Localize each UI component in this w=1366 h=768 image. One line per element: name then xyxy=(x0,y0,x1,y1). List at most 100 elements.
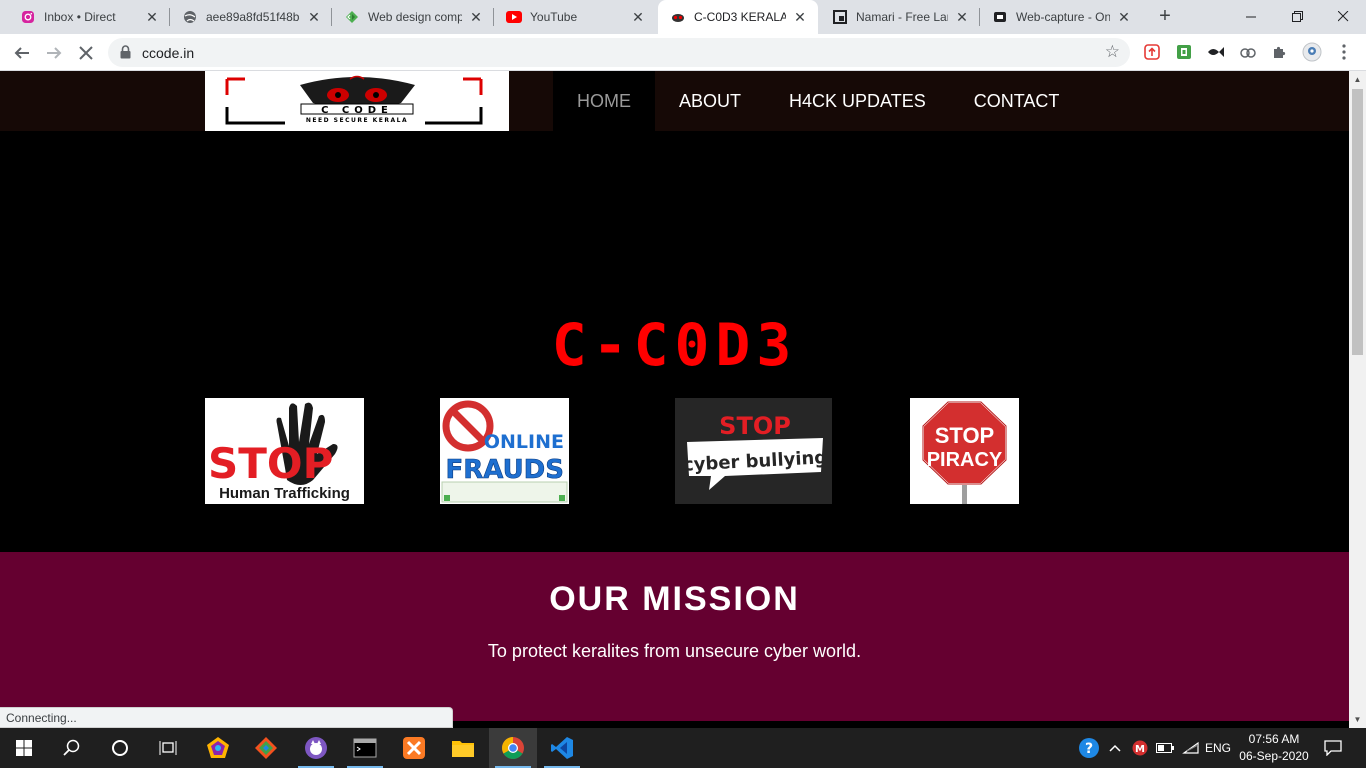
tab-ccode[interactable]: C-C0D3 KERALA ✕ xyxy=(658,0,818,34)
globe-icon xyxy=(182,9,198,25)
antivirus-tray-icon[interactable]: M xyxy=(1130,728,1150,768)
nav-about[interactable]: ABOUT xyxy=(655,71,765,131)
tab-title: C-C0D3 KERALA xyxy=(694,10,786,24)
card-headline: STOP xyxy=(935,423,995,448)
close-icon[interactable]: ✕ xyxy=(144,9,160,25)
loading-status: Connecting... xyxy=(0,707,453,728)
tab-inbox[interactable]: Inbox • Direct ✕ xyxy=(8,0,170,34)
search-icon xyxy=(63,739,80,756)
taskbar-app-vscode[interactable] xyxy=(538,728,586,768)
tab-title: Web design comp xyxy=(368,10,462,24)
logo-tagline-text: NEED SECURE KERALA xyxy=(306,117,408,124)
taskbar-app-xampp[interactable] xyxy=(390,728,438,768)
close-icon[interactable]: ✕ xyxy=(306,9,322,25)
capture-icon xyxy=(992,9,1008,25)
tab-youtube[interactable]: YouTube ✕ xyxy=(494,0,656,34)
colorful-app-icon xyxy=(207,737,229,758)
tab-namari[interactable]: Namari - Free Land ✕ xyxy=(820,0,980,34)
tab-web-design[interactable]: Web design comp ✕ xyxy=(332,0,494,34)
stop-loading-button[interactable] xyxy=(73,40,99,66)
restore-button[interactable] xyxy=(1274,0,1320,32)
card-subline: Human Trafficking xyxy=(219,485,350,502)
help-tray-icon[interactable]: ? xyxy=(1075,728,1103,768)
xampp-icon xyxy=(403,737,425,759)
minimize-icon xyxy=(1245,16,1256,17)
card-stop-cyber-bullying: STOP cyber bullying xyxy=(675,398,832,504)
code-icon xyxy=(344,9,360,25)
close-window-button[interactable] xyxy=(1320,0,1366,32)
battery-icon[interactable] xyxy=(1154,728,1176,768)
page-icon xyxy=(832,9,848,25)
instagram-icon xyxy=(20,9,36,25)
search-button[interactable] xyxy=(48,728,96,768)
mission-text: To protect keralites from unsecure cyber… xyxy=(487,641,862,661)
start-button[interactable] xyxy=(0,728,48,768)
taskbar-app-file-explorer[interactable] xyxy=(439,728,487,768)
close-icon[interactable]: ✕ xyxy=(630,9,646,25)
card-stop-human-trafficking: STOP Human Trafficking xyxy=(205,398,364,504)
url-text[interactable]: ccode.in xyxy=(142,45,194,61)
bookmark-star-icon[interactable]: ☆ xyxy=(1105,42,1120,62)
new-tab-button[interactable]: + xyxy=(1153,5,1177,29)
tab-strip: Inbox • Direct ✕ aee89a8fd51f48b3 ✕ Web … xyxy=(0,0,1366,34)
scroll-down-arrow-icon[interactable]: ▼ xyxy=(1349,711,1366,728)
address-bar[interactable]: ccode.in ☆ xyxy=(108,38,1130,67)
taskbar-app-gitkraken[interactable] xyxy=(242,728,290,768)
youtube-icon xyxy=(506,9,522,25)
taskbar-app-github[interactable] xyxy=(292,728,340,768)
card-stop-piracy: STOP PIRACY xyxy=(910,398,1019,504)
show-hidden-icons-chevron-icon[interactable] xyxy=(1105,728,1125,768)
minimize-button[interactable] xyxy=(1228,0,1274,32)
close-icon[interactable]: ✕ xyxy=(1116,9,1132,25)
lock-icon[interactable] xyxy=(120,45,131,64)
close-icon[interactable]: ✕ xyxy=(792,9,808,25)
cloud-extension-icon[interactable] xyxy=(1238,42,1258,62)
windows-logo-icon xyxy=(16,740,32,756)
card-online-frauds: ONLINE FRAUDS xyxy=(440,398,569,504)
close-icon[interactable]: ✕ xyxy=(954,9,970,25)
mission-title: OUR MISSION xyxy=(549,580,800,618)
taskbar-app-terminal[interactable] xyxy=(341,728,389,768)
nav-contact[interactable]: CONTACT xyxy=(950,71,1084,131)
language-indicator[interactable]: ENG xyxy=(1202,728,1234,768)
cortana-button[interactable] xyxy=(96,728,144,768)
page-scrollbar[interactable]: ▲ ▼ xyxy=(1349,71,1366,728)
card-subline: FRAUDS xyxy=(445,455,564,485)
browser-toolbar: ccode.in ☆ xyxy=(0,34,1366,71)
task-view-button[interactable] xyxy=(144,728,192,768)
back-arrow-icon xyxy=(14,47,29,59)
fish-extension-icon[interactable] xyxy=(1206,42,1226,62)
notifications-icon[interactable] xyxy=(1318,728,1348,768)
folder-icon xyxy=(452,741,474,757)
site-logo[interactable]: C CODE NEED SECURE KERALA xyxy=(205,71,509,131)
forward-arrow-icon xyxy=(47,47,62,59)
green-extension-icon[interactable] xyxy=(1174,42,1194,62)
taskbar-app-chrome[interactable] xyxy=(489,728,537,768)
main-nav: HOME ABOUT H4CK UPDATES CONTACT xyxy=(553,71,1083,131)
close-icon[interactable]: ✕ xyxy=(468,9,484,25)
upload-extension-icon[interactable] xyxy=(1142,42,1162,62)
nav-h4ck-updates[interactable]: H4CK UPDATES xyxy=(765,71,950,131)
chrome-menu-icon[interactable] xyxy=(1334,42,1354,62)
site-header: C CODE NEED SECURE KERALA HOME ABOUT H4C… xyxy=(0,71,1349,131)
scroll-thumb[interactable] xyxy=(1352,89,1363,355)
clock-time: 07:56 AM xyxy=(1248,732,1300,746)
puzzle-extensions-icon[interactable] xyxy=(1270,42,1290,62)
scroll-up-arrow-icon[interactable]: ▲ xyxy=(1349,71,1366,88)
card-headline: ONLINE xyxy=(484,431,564,453)
stop-icon xyxy=(79,46,93,60)
card-headline: STOP xyxy=(208,439,333,488)
profile-avatar-icon[interactable] xyxy=(1302,42,1322,62)
nav-home[interactable]: HOME xyxy=(553,71,655,131)
tab-web-capture[interactable]: Web-capture - On ✕ xyxy=(980,0,1142,34)
tab-hash[interactable]: aee89a8fd51f48b3 ✕ xyxy=(170,0,332,34)
git-diamond-icon xyxy=(255,737,277,759)
forward-button[interactable] xyxy=(41,40,67,66)
chrome-icon xyxy=(502,737,524,759)
taskbar-app-paint[interactable] xyxy=(194,728,242,768)
tab-title: Namari - Free Land xyxy=(856,10,948,24)
taskbar-clock[interactable]: 07:56 AM 06-Sep-2020 xyxy=(1234,731,1314,765)
back-button[interactable] xyxy=(9,40,35,66)
wifi-icon[interactable] xyxy=(1180,728,1202,768)
terminal-icon xyxy=(353,738,377,758)
